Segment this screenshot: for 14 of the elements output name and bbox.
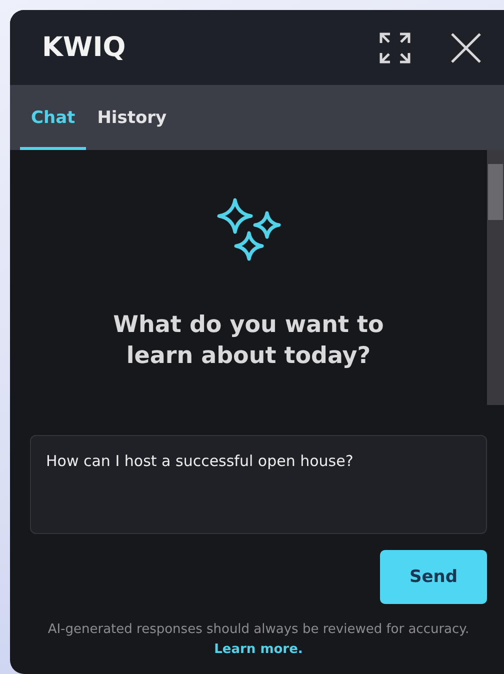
close-button[interactable] [450, 32, 482, 64]
learn-more-link[interactable]: Learn more. [214, 642, 303, 657]
expand-icon [378, 30, 412, 64]
scrollbar[interactable] [487, 150, 504, 405]
tab[interactable]: Chat [20, 85, 86, 150]
sparkles-icon [216, 198, 280, 262]
welcome-heading: What do you want to learn about today? [112, 311, 385, 371]
close-icon [450, 32, 482, 64]
app-title: KWIQ [42, 32, 127, 63]
tab[interactable]: History [86, 85, 178, 150]
disclaimer-text: AI-generated responses should always be reviewed for accuracy. Learn more. [46, 621, 470, 659]
message-field[interactable]: How can I host a successful open house? [30, 435, 487, 534]
expand-button[interactable] [378, 30, 412, 64]
send-button[interactable]: Send [380, 550, 487, 604]
